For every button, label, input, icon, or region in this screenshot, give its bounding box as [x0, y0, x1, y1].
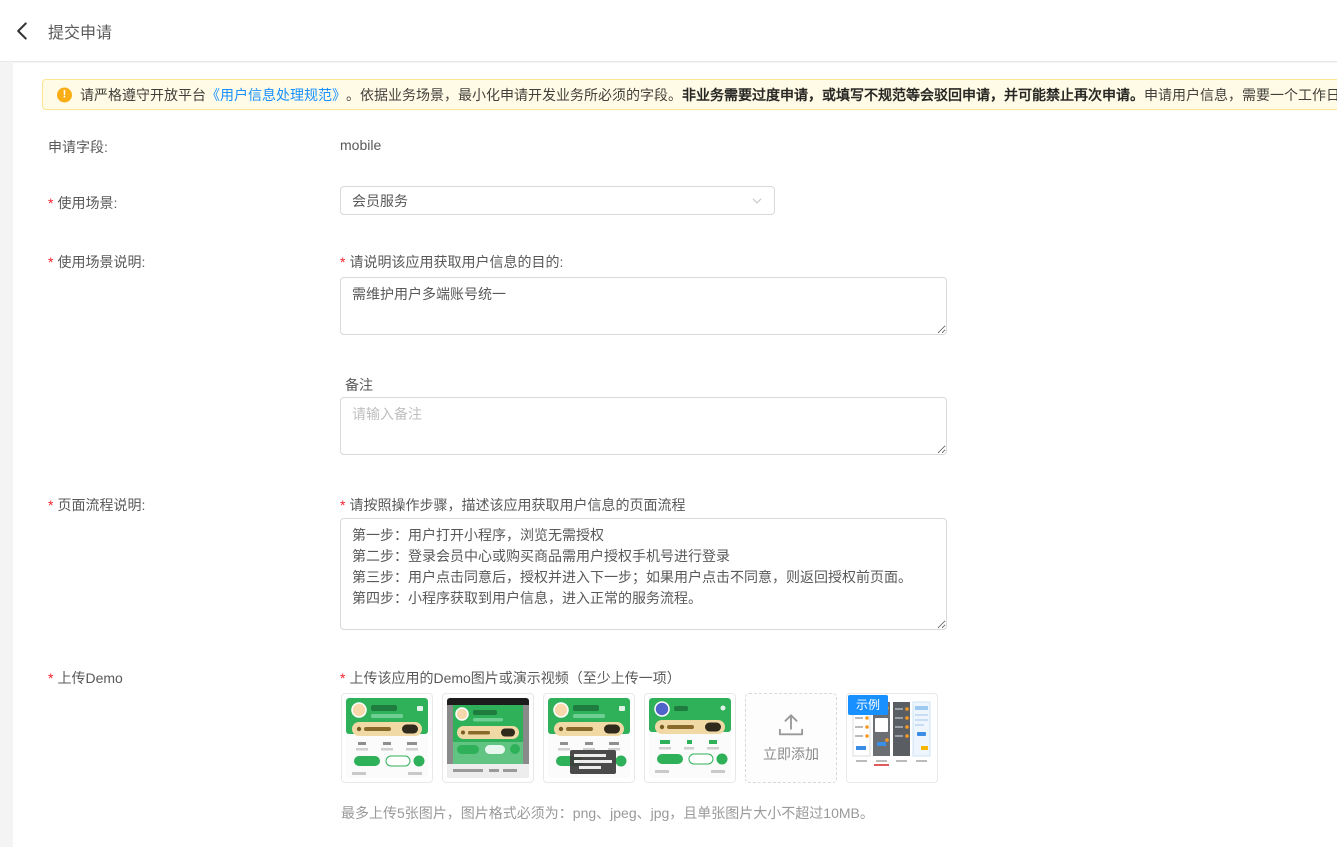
warning-icon — [57, 87, 72, 102]
steps-textarea[interactable]: 第一步：用户打开小程序，浏览无需授权 第二步：登录会员中心或购买商品需用户授权手… — [340, 518, 947, 630]
purpose-sublabel: 请说明该应用获取用户信息的目的: — [340, 252, 563, 272]
example-thumbnail[interactable]: 示例 — [846, 693, 938, 783]
banner-text-suffix: 申请用户信息，需要一个工作日左右的审核时间，请耐 — [1144, 85, 1337, 105]
chevron-left-icon — [12, 20, 34, 42]
apply-field-label: 申请字段: — [48, 137, 108, 157]
page-title: 提交申请 — [48, 19, 112, 43]
example-badge: 示例 — [848, 695, 888, 715]
demo-screenshot-4 — [649, 698, 731, 778]
banner-text-prefix: 请严格遵守开放平台 — [80, 85, 206, 105]
purpose-textarea[interactable]: 需维护用户多端账号统一 — [340, 277, 947, 335]
back-button[interactable] — [0, 0, 46, 62]
steps-sublabel: 请按照操作步骤，描述该应用获取用户信息的页面流程 — [340, 495, 685, 515]
scene-desc-label: 使用场景说明: — [48, 252, 145, 272]
apply-field-value: mobile — [340, 137, 381, 153]
use-scene-select[interactable]: 会员服务 — [340, 186, 775, 215]
upload-demo-label: 上传Demo — [48, 668, 123, 688]
use-scene-selected-value: 会员服务 — [352, 191, 408, 211]
upload-icon — [776, 712, 806, 738]
demo-thumbnails-row: 立即添加 示例 — [341, 693, 938, 783]
upload-demo-sublabel: 上传该应用的Demo图片或演示视频（至少上传一项） — [340, 668, 681, 688]
warning-banner: 请严格遵守开放平台《用户信息处理规范》。依据业务场景，最小化申请开发业务所必须的… — [42, 79, 1337, 110]
upload-add-button[interactable]: 立即添加 — [745, 693, 837, 783]
demo-thumbnail-2[interactable] — [442, 693, 534, 783]
form-card: 请严格遵守开放平台《用户信息处理规范》。依据业务场景，最小化申请开发业务所必须的… — [13, 63, 1337, 847]
use-scene-label: 使用场景: — [48, 193, 117, 213]
upload-hint: 最多上传5张图片，图片格式必须为：png、jpeg、jpg，且单张图片大小不超过… — [341, 803, 874, 823]
demo-screenshot-3 — [548, 698, 630, 778]
demo-thumbnail-1[interactable] — [341, 693, 433, 783]
page-header: 提交申请 — [0, 0, 1337, 62]
upload-add-label: 立即添加 — [763, 744, 819, 764]
user-info-rule-link[interactable]: 《用户信息处理规范》 — [206, 85, 346, 105]
remark-textarea[interactable] — [340, 397, 947, 455]
banner-text-middle: 。依据业务场景，最小化申请开发业务所必须的字段。 — [346, 85, 682, 105]
demo-screenshot-1 — [346, 698, 428, 778]
submit-application-page: 提交申请 请严格遵守开放平台《用户信息处理规范》。依据业务场景，最小化申请开发业… — [0, 0, 1337, 847]
chevron-down-icon — [751, 195, 763, 207]
banner-text-bold: 非业务需要过度申请，或填写不规范等会驳回申请，并可能禁止再次申请。 — [682, 85, 1144, 105]
page-flow-label: 页面流程说明: — [48, 495, 145, 515]
demo-thumbnail-3[interactable] — [543, 693, 635, 783]
demo-screenshot-2 — [447, 698, 529, 778]
remark-label: 备注 — [345, 375, 373, 395]
demo-thumbnail-4[interactable] — [644, 693, 736, 783]
